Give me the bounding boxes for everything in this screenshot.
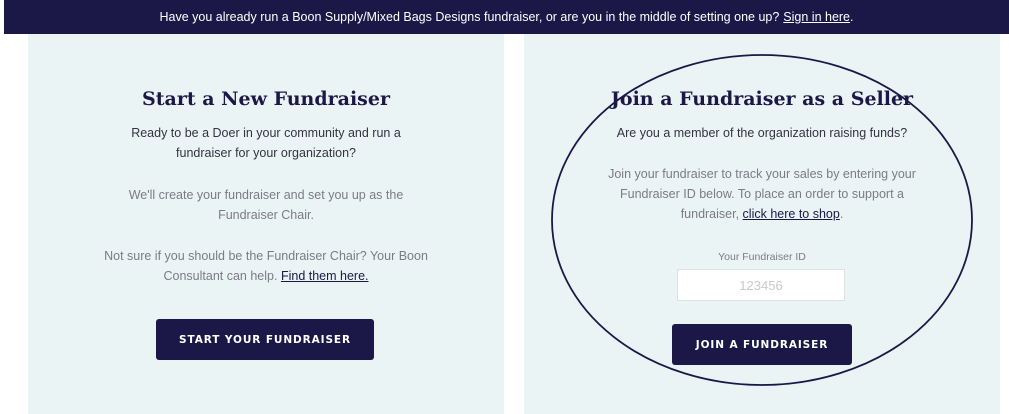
find-consultant-link[interactable]: Find them here.: [281, 269, 369, 283]
banner-text: Have you already run a Boon Supply/Mixed…: [159, 10, 780, 24]
join-fundraiser-subtitle: Are you a member of the organization rai…: [616, 126, 908, 140]
consultant-help-label: Not sure if you should be the Fundraiser…: [104, 249, 428, 283]
join-fundraiser-title: Join a Fundraiser as a Seller: [610, 88, 914, 110]
start-fundraiser-intro: Ready to be a Doer in your community and…: [131, 126, 401, 160]
top-banner: Have you already run a Boon Supply/Mixed…: [4, 0, 1009, 34]
start-fundraiser-description: We'll create your fundraiser and set you…: [128, 188, 404, 222]
fundraiser-id-label: Your Fundraiser ID: [718, 251, 806, 263]
join-fundraiser-card: Join a Fundraiser as a Seller Are you a …: [524, 34, 1000, 414]
join-fundraiser-description: Join your fundraiser to track your sales…: [606, 164, 918, 224]
fundraiser-id-input[interactable]: [677, 269, 845, 301]
banner-period: .: [850, 10, 854, 24]
start-fundraiser-card: Start a New Fundraiser Ready to be a Doe…: [28, 34, 504, 414]
sign-in-link[interactable]: Sign in here: [783, 10, 850, 24]
join-fundraiser-button[interactable]: JOIN A FUNDRAISER: [672, 324, 852, 365]
consultant-help-text: Not sure if you should be the Fundraiser…: [103, 246, 429, 286]
start-fundraiser-button[interactable]: START YOUR FUNDRAISER: [156, 319, 374, 360]
start-fundraiser-title: Start a New Fundraiser: [142, 88, 390, 110]
join-description-end: .: [839, 207, 844, 221]
shop-link[interactable]: click here to shop: [743, 207, 840, 221]
